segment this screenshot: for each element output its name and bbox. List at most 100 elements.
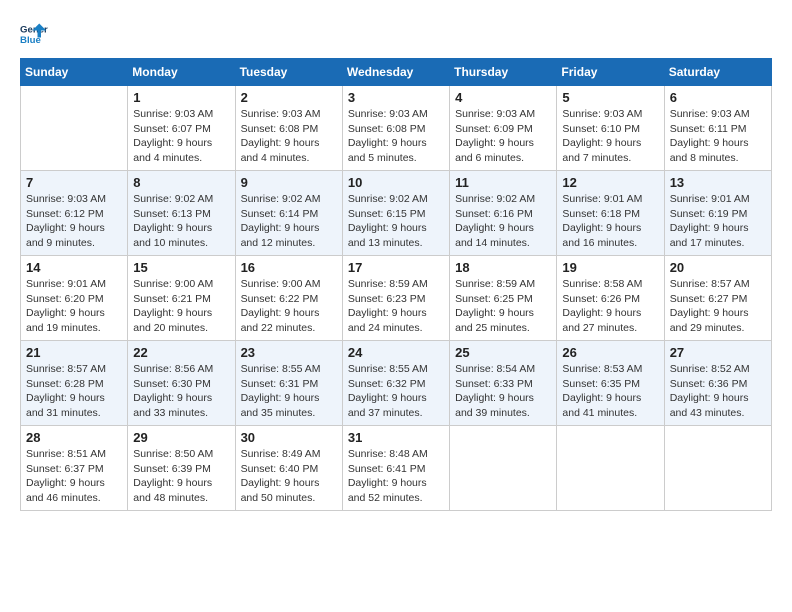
day-info: Sunrise: 8:55 AM Sunset: 6:31 PM Dayligh…: [241, 362, 337, 421]
day-info: Sunrise: 8:59 AM Sunset: 6:23 PM Dayligh…: [348, 277, 444, 336]
weekday-header-thursday: Thursday: [450, 59, 557, 86]
daylight-text: Daylight: 9 hours and 43 minutes.: [670, 391, 766, 420]
calendar-cell: 24 Sunrise: 8:55 AM Sunset: 6:32 PM Dayl…: [342, 341, 449, 426]
calendar-cell: 21 Sunrise: 8:57 AM Sunset: 6:28 PM Dayl…: [21, 341, 128, 426]
day-info: Sunrise: 9:03 AM Sunset: 6:09 PM Dayligh…: [455, 107, 551, 166]
calendar-cell: 9 Sunrise: 9:02 AM Sunset: 6:14 PM Dayli…: [235, 171, 342, 256]
day-number: 26: [562, 345, 658, 360]
day-info: Sunrise: 8:54 AM Sunset: 6:33 PM Dayligh…: [455, 362, 551, 421]
day-number: 8: [133, 175, 229, 190]
sunset-text: Sunset: 6:08 PM: [241, 122, 337, 137]
day-number: 22: [133, 345, 229, 360]
day-number: 18: [455, 260, 551, 275]
weekday-header-sunday: Sunday: [21, 59, 128, 86]
daylight-text: Daylight: 9 hours and 4 minutes.: [241, 136, 337, 165]
day-info: Sunrise: 9:02 AM Sunset: 6:14 PM Dayligh…: [241, 192, 337, 251]
day-number: 19: [562, 260, 658, 275]
calendar-cell: 1 Sunrise: 9:03 AM Sunset: 6:07 PM Dayli…: [128, 86, 235, 171]
day-info: Sunrise: 8:57 AM Sunset: 6:28 PM Dayligh…: [26, 362, 122, 421]
day-number: 15: [133, 260, 229, 275]
calendar-cell: 7 Sunrise: 9:03 AM Sunset: 6:12 PM Dayli…: [21, 171, 128, 256]
sunrise-text: Sunrise: 9:03 AM: [562, 107, 658, 122]
day-info: Sunrise: 9:00 AM Sunset: 6:22 PM Dayligh…: [241, 277, 337, 336]
sunset-text: Sunset: 6:39 PM: [133, 462, 229, 477]
day-info: Sunrise: 9:02 AM Sunset: 6:13 PM Dayligh…: [133, 192, 229, 251]
daylight-text: Daylight: 9 hours and 25 minutes.: [455, 306, 551, 335]
daylight-text: Daylight: 9 hours and 33 minutes.: [133, 391, 229, 420]
sunrise-text: Sunrise: 9:03 AM: [241, 107, 337, 122]
sunrise-text: Sunrise: 8:55 AM: [348, 362, 444, 377]
calendar-cell: 30 Sunrise: 8:49 AM Sunset: 6:40 PM Dayl…: [235, 426, 342, 511]
sunset-text: Sunset: 6:36 PM: [670, 377, 766, 392]
calendar-cell: 31 Sunrise: 8:48 AM Sunset: 6:41 PM Dayl…: [342, 426, 449, 511]
daylight-text: Daylight: 9 hours and 12 minutes.: [241, 221, 337, 250]
daylight-text: Daylight: 9 hours and 17 minutes.: [670, 221, 766, 250]
daylight-text: Daylight: 9 hours and 31 minutes.: [26, 391, 122, 420]
daylight-text: Daylight: 9 hours and 35 minutes.: [241, 391, 337, 420]
sunrise-text: Sunrise: 8:59 AM: [348, 277, 444, 292]
sunrise-text: Sunrise: 9:01 AM: [670, 192, 766, 207]
daylight-text: Daylight: 9 hours and 52 minutes.: [348, 476, 444, 505]
day-number: 6: [670, 90, 766, 105]
sunset-text: Sunset: 6:25 PM: [455, 292, 551, 307]
calendar-cell: 14 Sunrise: 9:01 AM Sunset: 6:20 PM Dayl…: [21, 256, 128, 341]
day-number: 29: [133, 430, 229, 445]
week-row-2: 14 Sunrise: 9:01 AM Sunset: 6:20 PM Dayl…: [21, 256, 772, 341]
sunset-text: Sunset: 6:10 PM: [562, 122, 658, 137]
daylight-text: Daylight: 9 hours and 39 minutes.: [455, 391, 551, 420]
week-row-4: 28 Sunrise: 8:51 AM Sunset: 6:37 PM Dayl…: [21, 426, 772, 511]
calendar-cell: 2 Sunrise: 9:03 AM Sunset: 6:08 PM Dayli…: [235, 86, 342, 171]
sunrise-text: Sunrise: 9:00 AM: [133, 277, 229, 292]
calendar-cell: [557, 426, 664, 511]
calendar-cell: 29 Sunrise: 8:50 AM Sunset: 6:39 PM Dayl…: [128, 426, 235, 511]
calendar-cell: 15 Sunrise: 9:00 AM Sunset: 6:21 PM Dayl…: [128, 256, 235, 341]
day-number: 11: [455, 175, 551, 190]
sunrise-text: Sunrise: 8:53 AM: [562, 362, 658, 377]
daylight-text: Daylight: 9 hours and 19 minutes.: [26, 306, 122, 335]
calendar-cell: [21, 86, 128, 171]
sunset-text: Sunset: 6:13 PM: [133, 207, 229, 222]
sunset-text: Sunset: 6:15 PM: [348, 207, 444, 222]
daylight-text: Daylight: 9 hours and 37 minutes.: [348, 391, 444, 420]
weekday-header-friday: Friday: [557, 59, 664, 86]
week-row-3: 21 Sunrise: 8:57 AM Sunset: 6:28 PM Dayl…: [21, 341, 772, 426]
day-info: Sunrise: 9:02 AM Sunset: 6:15 PM Dayligh…: [348, 192, 444, 251]
day-number: 1: [133, 90, 229, 105]
day-number: 2: [241, 90, 337, 105]
calendar-cell: 8 Sunrise: 9:02 AM Sunset: 6:13 PM Dayli…: [128, 171, 235, 256]
sunrise-text: Sunrise: 9:00 AM: [241, 277, 337, 292]
day-number: 7: [26, 175, 122, 190]
sunset-text: Sunset: 6:21 PM: [133, 292, 229, 307]
calendar-cell: 25 Sunrise: 8:54 AM Sunset: 6:33 PM Dayl…: [450, 341, 557, 426]
day-number: 4: [455, 90, 551, 105]
day-info: Sunrise: 9:01 AM Sunset: 6:18 PM Dayligh…: [562, 192, 658, 251]
daylight-text: Daylight: 9 hours and 22 minutes.: [241, 306, 337, 335]
sunrise-text: Sunrise: 9:02 AM: [455, 192, 551, 207]
calendar-cell: [664, 426, 771, 511]
day-number: 28: [26, 430, 122, 445]
sunrise-text: Sunrise: 9:01 AM: [562, 192, 658, 207]
day-number: 25: [455, 345, 551, 360]
day-number: 16: [241, 260, 337, 275]
sunrise-text: Sunrise: 8:49 AM: [241, 447, 337, 462]
calendar-cell: 27 Sunrise: 8:52 AM Sunset: 6:36 PM Dayl…: [664, 341, 771, 426]
calendar-cell: 22 Sunrise: 8:56 AM Sunset: 6:30 PM Dayl…: [128, 341, 235, 426]
sunrise-text: Sunrise: 8:59 AM: [455, 277, 551, 292]
day-number: 23: [241, 345, 337, 360]
sunset-text: Sunset: 6:11 PM: [670, 122, 766, 137]
calendar-cell: 4 Sunrise: 9:03 AM Sunset: 6:09 PM Dayli…: [450, 86, 557, 171]
day-number: 21: [26, 345, 122, 360]
weekday-header-tuesday: Tuesday: [235, 59, 342, 86]
sunrise-text: Sunrise: 9:02 AM: [133, 192, 229, 207]
day-number: 30: [241, 430, 337, 445]
calendar-cell: 5 Sunrise: 9:03 AM Sunset: 6:10 PM Dayli…: [557, 86, 664, 171]
sunrise-text: Sunrise: 9:03 AM: [26, 192, 122, 207]
day-number: 9: [241, 175, 337, 190]
sunset-text: Sunset: 6:30 PM: [133, 377, 229, 392]
day-info: Sunrise: 9:03 AM Sunset: 6:12 PM Dayligh…: [26, 192, 122, 251]
calendar-cell: 13 Sunrise: 9:01 AM Sunset: 6:19 PM Dayl…: [664, 171, 771, 256]
daylight-text: Daylight: 9 hours and 6 minutes.: [455, 136, 551, 165]
daylight-text: Daylight: 9 hours and 16 minutes.: [562, 221, 658, 250]
weekday-header-wednesday: Wednesday: [342, 59, 449, 86]
sunset-text: Sunset: 6:09 PM: [455, 122, 551, 137]
